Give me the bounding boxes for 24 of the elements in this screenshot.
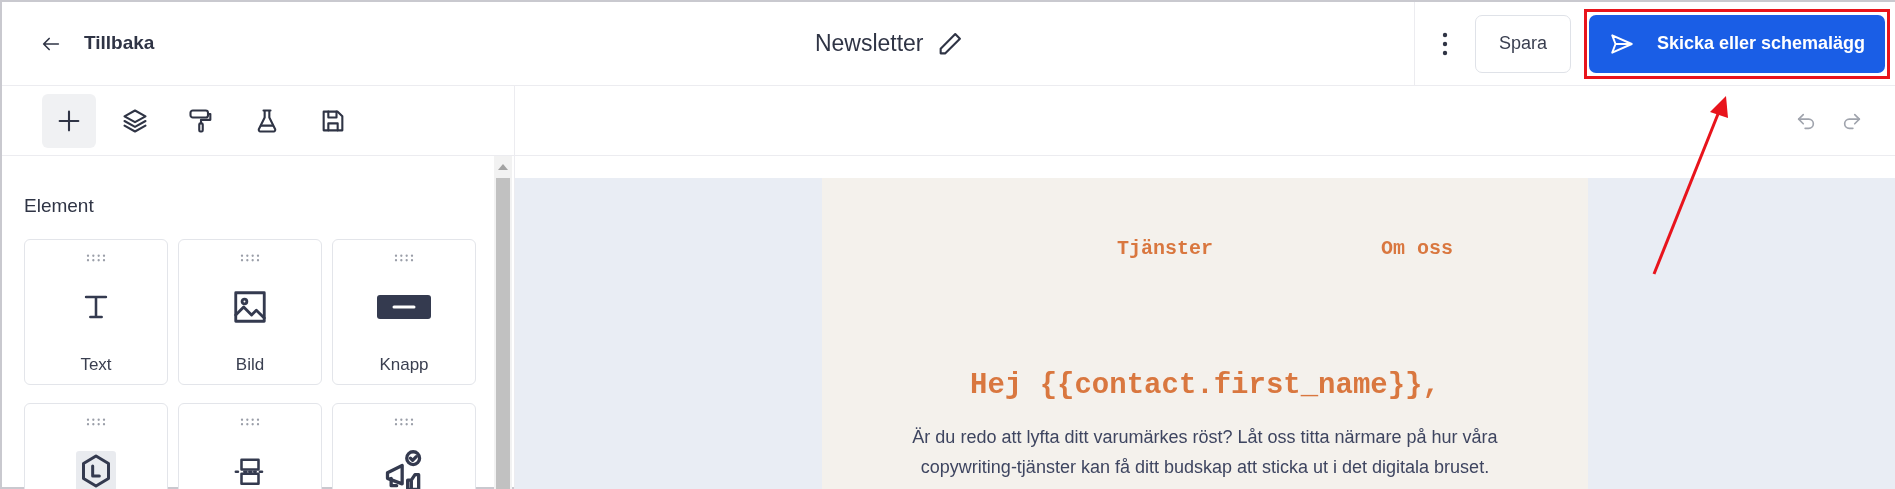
hexagon-icon — [76, 450, 116, 489]
button-icon — [376, 293, 432, 320]
toolbar-tab[interactable] — [42, 93, 96, 148]
drag-handle-icon — [239, 417, 261, 426]
email-paragraph: Är du redo att lyfta ditt varumärkes röst? Låt oss titta närmare på hur våra copywriting-tjänster kan få ditt budskap att sticka ut i det digitala bruset. — [911, 425, 1499, 479]
element-card[interactable]: Text — [24, 238, 168, 385]
kebab-icon — [1441, 30, 1449, 57]
scrollbar[interactable] — [494, 156, 512, 489]
element-label: Knapp — [379, 353, 429, 376]
drag-handle-icon — [85, 417, 107, 426]
element-label: Text — [80, 353, 112, 376]
drag-handle-icon — [239, 253, 261, 262]
email-greeting: Hej {{contact.first_name}}, — [969, 368, 1441, 404]
drag-handle-icon — [85, 253, 107, 262]
element-label: Bild — [235, 353, 265, 376]
back-button[interactable]: Tillbaka — [26, 21, 169, 66]
element-card[interactable]: Knapp — [332, 238, 476, 385]
panel-heading: Element — [24, 194, 95, 218]
drag-handle-icon — [393, 253, 415, 262]
send-button[interactable]: Skicka eller schemalägg — [1589, 14, 1885, 73]
drag-handle-icon — [393, 417, 415, 426]
document-title: Newsletter — [814, 29, 924, 59]
element-card[interactable]: Bild — [178, 238, 322, 385]
save-button[interactable]: Spara — [1475, 14, 1571, 73]
